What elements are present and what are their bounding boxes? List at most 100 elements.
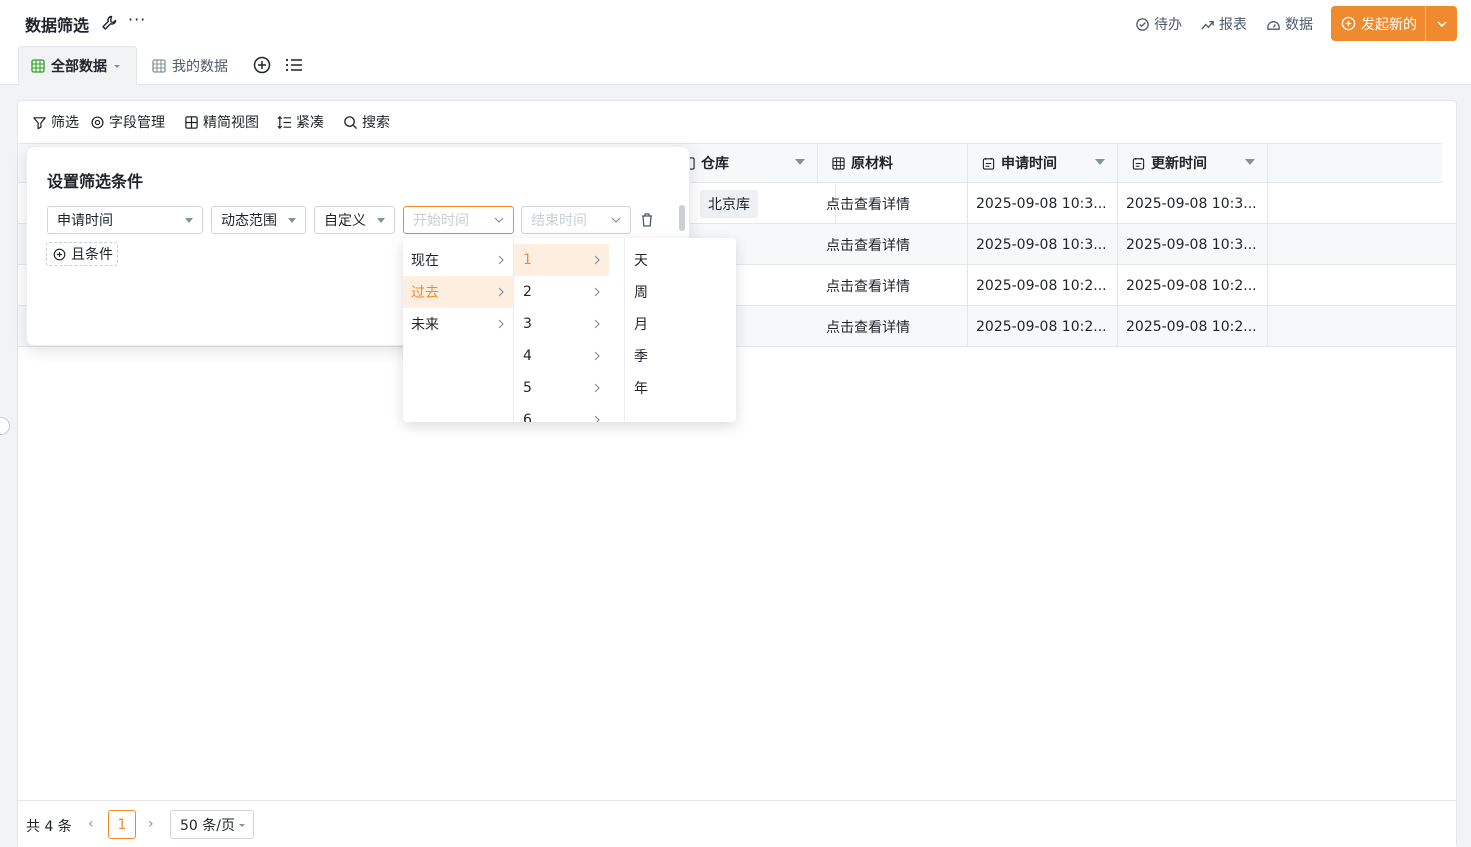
applied-time-cell: 2025-09-08 10:3... [968, 224, 1118, 265]
cascader-option-label: 1 [523, 252, 532, 268]
page-number[interactable]: 1 [108, 810, 136, 839]
updated-time-cell: 2025-09-08 10:2... [1118, 265, 1268, 306]
cascader-option-count[interactable]: 3 [514, 308, 609, 340]
field-manage-button[interactable]: 字段管理 [90, 112, 165, 132]
plus-circle-icon [53, 248, 66, 260]
cascader-option-now[interactable]: 现在 [403, 244, 513, 276]
column-header-material[interactable]: 原材料 [818, 143, 968, 183]
column-header-warehouse[interactable]: 仓库 [668, 143, 818, 183]
tab-my-data[interactable]: 我的数据 [140, 46, 240, 85]
chevron-down-icon [611, 217, 621, 223]
column-header-label: 申请时间 [1001, 156, 1057, 172]
wrench-icon[interactable] [100, 14, 118, 32]
filter-range-select[interactable]: 自定义 [314, 206, 395, 234]
chevron-right-icon [594, 255, 600, 265]
cascader-column-unit: 天 周 月 季 年 [625, 238, 736, 422]
density-button[interactable]: 紧凑 [277, 112, 324, 132]
column-menu-icon[interactable] [1095, 159, 1105, 165]
cascader-option-unit[interactable]: 年 [625, 372, 736, 404]
column-header-label: 更新时间 [1151, 156, 1207, 172]
cascader-option-future[interactable]: 未来 [403, 308, 513, 340]
cascader-option-unit[interactable]: 天 [625, 244, 736, 276]
chevron-right-icon [498, 319, 504, 329]
filter-mode-select[interactable]: 动态范围 [211, 206, 306, 234]
material-cell[interactable]: 点击查看详情 [818, 224, 968, 265]
density-label: 紧凑 [296, 115, 324, 131]
cascader-column-direction: 现在 过去 未来 [403, 238, 514, 422]
column-header-updated-time[interactable]: 更新时间 [1118, 143, 1268, 183]
check-circle-icon [1136, 17, 1149, 31]
create-new-dropdown[interactable] [1426, 18, 1457, 30]
list-icon[interactable] [284, 55, 304, 75]
calendar-icon [1132, 157, 1145, 170]
cascader-option-label: 过去 [411, 285, 439, 301]
filter-button[interactable]: 筛选 [32, 112, 79, 132]
sidebar-collapse-handle[interactable] [0, 417, 10, 435]
end-time-select[interactable]: 结束时间 [521, 206, 631, 234]
more-icon[interactable]: ··· [128, 10, 146, 29]
chevron-right-icon [498, 255, 504, 265]
report-label: 报表 [1219, 17, 1247, 33]
field-manage-label: 字段管理 [109, 115, 165, 131]
column-menu-icon[interactable] [795, 159, 805, 165]
cascader-option-count[interactable]: 4 [514, 340, 609, 372]
calendar-icon [982, 157, 995, 170]
cascader-column-count: 1 2 3 4 5 6 [514, 238, 625, 422]
material-cell[interactable]: 点击查看详情 [818, 265, 968, 306]
cascader-option-count[interactable]: 2 [514, 276, 609, 308]
cascader-option-unit[interactable]: 周 [625, 276, 736, 308]
add-and-condition-button[interactable]: 且条件 [46, 242, 118, 266]
applied-time-cell: 2025-09-08 10:3... [968, 183, 1118, 224]
report-link[interactable]: 报表 [1200, 14, 1247, 34]
prev-page-icon[interactable]: ‹ [88, 816, 94, 832]
cascader-option-unit[interactable]: 月 [625, 308, 736, 340]
total-count: 共 4 条 [26, 819, 72, 835]
cascader-option-count[interactable]: 5 [514, 372, 609, 404]
column-header-label: 原材料 [851, 156, 893, 172]
search-button[interactable]: 搜索 [343, 112, 390, 132]
filter-label: 筛选 [51, 115, 79, 131]
caret-down-icon [114, 65, 120, 68]
material-cell[interactable]: 点击查看详情 [818, 306, 968, 347]
trend-icon [1201, 20, 1214, 30]
caret-down-icon [238, 823, 245, 827]
next-page-icon[interactable]: › [148, 816, 154, 832]
page-size-select[interactable]: 50 条/页 [170, 810, 254, 839]
start-time-placeholder: 开始时间 [413, 213, 469, 229]
page-size-value: 50 条/页 [180, 817, 235, 834]
cascader-option-count[interactable]: 1 [514, 244, 609, 276]
compact-view-button[interactable]: 精简视图 [184, 112, 259, 132]
tab-my-data-label: 我的数据 [172, 58, 228, 75]
cascader-option-count[interactable]: 6 [514, 404, 609, 422]
material-cell[interactable]: 点击查看详情 [818, 183, 968, 224]
funnel-icon [33, 116, 46, 129]
create-new-button[interactable]: 发起新的 [1331, 6, 1457, 41]
settings-icon [91, 115, 104, 129]
applied-time-cell: 2025-09-08 10:2... [968, 265, 1118, 306]
data-link[interactable]: 数据 [1266, 14, 1313, 34]
cascader-option-past[interactable]: 过去 [403, 276, 513, 308]
tab-all-data[interactable]: 全部数据 [18, 46, 137, 85]
column-menu-icon[interactable] [1245, 159, 1255, 165]
todo-label: 待办 [1154, 17, 1182, 33]
add-view-icon[interactable] [252, 55, 272, 75]
chevron-right-icon [594, 319, 600, 329]
cascader-option-unit[interactable]: 季 [625, 340, 736, 372]
chevron-down-icon [1436, 20, 1447, 27]
table-icon [832, 156, 845, 170]
chevron-right-icon [594, 383, 600, 393]
column-header-label: 仓库 [701, 156, 729, 172]
trash-icon[interactable] [640, 212, 654, 228]
chevron-right-icon [498, 287, 504, 297]
panel-scrollbar[interactable] [679, 205, 685, 231]
applied-time-cell: 2025-09-08 10:2... [968, 306, 1118, 347]
dashboard-icon [1267, 20, 1280, 30]
caret-down-icon [185, 218, 193, 223]
cascader-option-label: 现在 [411, 253, 439, 269]
column-header-applied-time[interactable]: 申请时间 [968, 143, 1118, 183]
start-time-select[interactable]: 开始时间 [403, 206, 514, 234]
todo-link[interactable]: 待办 [1135, 14, 1182, 34]
filter-field-select[interactable]: 申请时间 [47, 206, 203, 234]
updated-time-cell: 2025-09-08 10:3... [1118, 224, 1268, 265]
filter-field-value: 申请时间 [57, 213, 113, 229]
